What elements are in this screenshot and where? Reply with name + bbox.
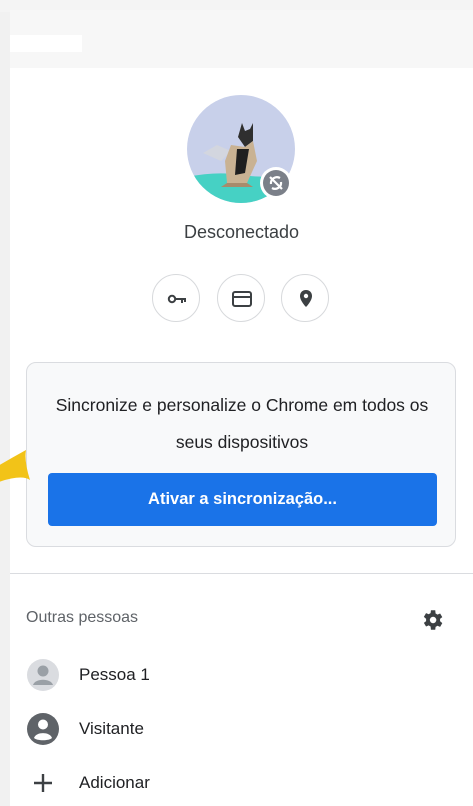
key-icon	[167, 294, 186, 304]
profile-row-pessoa-1[interactable]: Pessoa 1	[26, 658, 456, 694]
guest-icon	[27, 713, 59, 745]
sync-off-badge	[260, 167, 292, 199]
profile-row-label: Adicionar	[79, 773, 150, 792]
profile-menu-panel: Desconectado Sincronize e personalize o …	[10, 10, 473, 806]
passwords-button[interactable]	[152, 274, 200, 322]
sync-off-icon	[269, 176, 283, 190]
credit-card-icon	[232, 291, 252, 307]
menu-header	[10, 10, 473, 68]
other-people-heading: Outras pessoas	[26, 609, 139, 626]
turn-on-sync-button[interactable]: Ativar a sincronização...	[48, 473, 437, 526]
sync-promo-card: Sincronize e personalize o Chrome em tod…	[26, 362, 456, 547]
payment-methods-button[interactable]	[217, 274, 265, 322]
location-pin-icon	[300, 290, 312, 307]
annotation-arrow-icon	[0, 450, 30, 482]
plus-icon	[34, 774, 52, 792]
sync-status-text: Desconectado	[183, 222, 300, 242]
gear-icon[interactable]	[419, 607, 445, 633]
section-divider	[10, 573, 473, 574]
person-avatar-icon	[27, 659, 59, 691]
profile-row-adicionar[interactable]: Adicionar	[26, 766, 456, 802]
sync-promo-text: Sincronize e personalize o Chrome em tod…	[55, 395, 429, 452]
header-highlight	[10, 35, 82, 52]
addresses-button[interactable]	[281, 274, 329, 322]
profile-row-label: Visitante	[79, 719, 144, 738]
profile-row-label: Pessoa 1	[79, 665, 150, 684]
profile-row-visitante[interactable]: Visitante	[26, 712, 456, 748]
